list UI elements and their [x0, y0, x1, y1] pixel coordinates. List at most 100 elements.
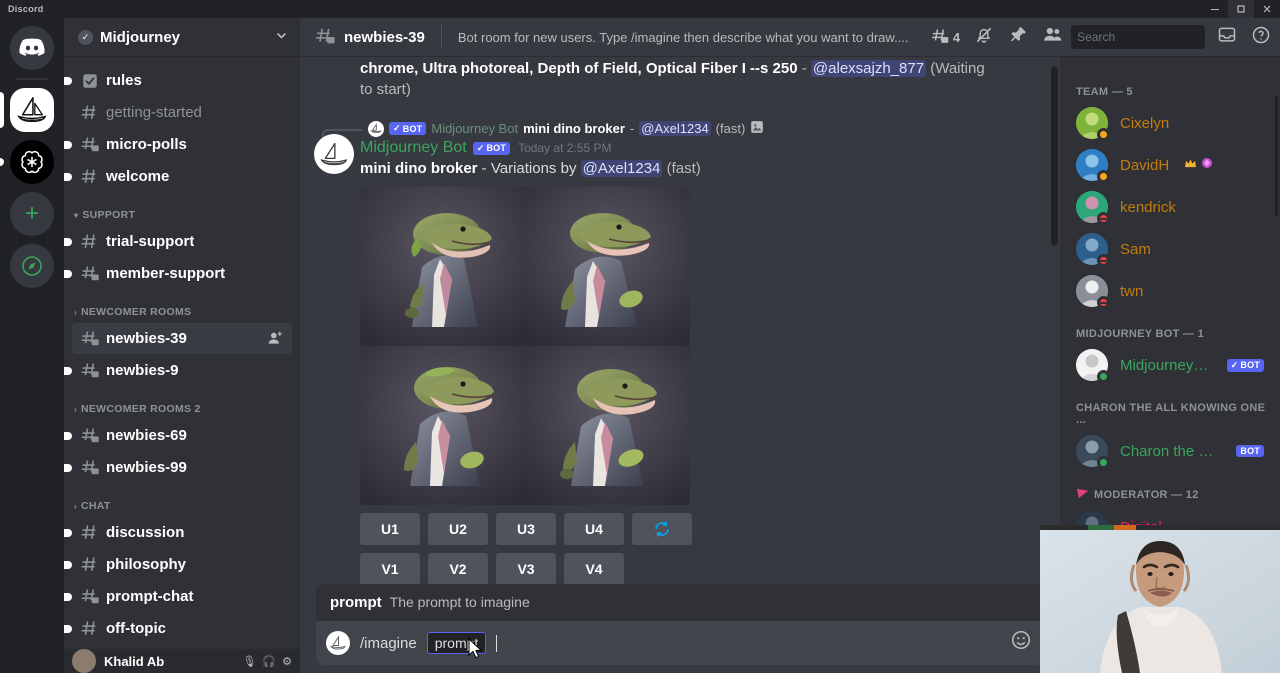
chevron-icon: ▾	[74, 211, 78, 220]
microphone-icon[interactable]: 🎙	[242, 655, 256, 668]
command-param-description: The prompt to imagine	[390, 594, 530, 610]
message-scrollbar[interactable]	[1051, 66, 1058, 246]
hash-thread-icon	[314, 26, 336, 48]
image-quadrant-u2[interactable]	[525, 187, 690, 346]
variation-button-v2[interactable]: V2	[428, 553, 488, 584]
server-item-discord-home[interactable]	[0, 26, 64, 70]
channel-header: newbies-39 Bot room for new users. Type …	[300, 18, 1280, 56]
reply-reference[interactable]: ✓BOT Midjourney Bot mini dino broker - @…	[360, 120, 996, 137]
members-icon[interactable]	[1042, 24, 1063, 50]
sidebar-channel-welcome[interactable]: welcome	[72, 161, 292, 192]
sidebar-channel-newbies-39[interactable]: newbies-39	[72, 323, 292, 354]
rail-divider	[16, 78, 48, 80]
avatar	[1076, 191, 1108, 223]
sidebar-channel-newbies-99[interactable]: newbies-99	[72, 452, 292, 483]
category-label: NEWCOMER ROOMS	[81, 306, 191, 318]
chevron-icon: ›	[74, 308, 77, 317]
message-author[interactable]: Midjourney Bot	[360, 139, 467, 157]
channel-name: member-support	[106, 265, 225, 282]
add-member-icon[interactable]	[267, 330, 284, 347]
generated-image-grid[interactable]	[360, 187, 690, 505]
maximize-button[interactable]	[1228, 0, 1254, 18]
reply-dash: -	[630, 121, 634, 136]
sidebar-channel-newbies-69[interactable]: newbies-69	[72, 420, 292, 451]
help-icon[interactable]	[1251, 25, 1271, 50]
variation-button-v1[interactable]: V1	[360, 553, 420, 584]
message-mention[interactable]: @Axel1234	[581, 160, 663, 177]
gear-icon[interactable]: ⚙	[282, 655, 292, 668]
message-composer[interactable]: /imagine prompt	[316, 621, 1044, 665]
variation-button-v4[interactable]: V4	[564, 553, 624, 584]
channel-topic[interactable]: Bot room for new users. Type /imagine th…	[458, 30, 918, 45]
search-input[interactable]	[1077, 30, 1232, 44]
reroll-refresh-icon-button[interactable]	[632, 513, 692, 545]
member-row[interactable]: kendrick	[1068, 186, 1272, 228]
headset-icon[interactable]: 🎧	[262, 655, 276, 668]
header-right-icons	[1217, 25, 1271, 50]
image-quadrant-u1[interactable]	[360, 187, 525, 346]
sidebar-channel-rules[interactable]: rules	[72, 65, 292, 96]
messages-scroll[interactable]: chrome, Ultra photoreal, Depth of Field,…	[300, 56, 1060, 584]
member-row[interactable]: Sam	[1068, 228, 1272, 270]
prev-mention[interactable]: @alexsajzh_877	[811, 60, 926, 77]
server-item-add-server[interactable]: +	[0, 192, 64, 236]
sidebar-channel-micro-polls[interactable]: micro-polls	[72, 129, 292, 160]
upscale-button-u3[interactable]: U3	[496, 513, 556, 545]
channel-list[interactable]: rulesgetting-startedmicro-pollswelcome▾S…	[64, 56, 300, 673]
upscale-button-u2[interactable]: U2	[428, 513, 488, 545]
upscale-button-u4[interactable]: U4	[564, 513, 624, 545]
sidebar-channel-discussion[interactable]: discussion	[72, 517, 292, 548]
member-row[interactable]: twn	[1068, 270, 1272, 312]
member-category-0: TEAM — 5	[1060, 70, 1280, 102]
hash-icon	[80, 167, 100, 187]
image-quadrant-u4[interactable]	[525, 346, 690, 505]
sidebar-channel-getting-started[interactable]: getting-started	[72, 97, 292, 128]
status-badge-dnd	[1097, 212, 1110, 225]
unread-indicator	[64, 173, 72, 181]
reply-mention[interactable]: @Axel1234	[639, 121, 710, 136]
member-row[interactable]: Midjourney Bot✓BOT	[1068, 344, 1272, 386]
member-list-scrollbar[interactable]	[1275, 96, 1278, 216]
chevron-icon: ›	[74, 405, 77, 414]
threads-icon[interactable]: 4	[930, 27, 960, 47]
sidebar-channel-prompt-chat[interactable]: prompt-chat	[72, 581, 292, 612]
member-row[interactable]: DavidH	[1068, 144, 1272, 186]
upscale-button-u1[interactable]: U1	[360, 513, 420, 545]
channel-category-support[interactable]: ▾SUPPORT	[64, 193, 300, 225]
channel-category-newcomer-rooms[interactable]: › NEWCOMER ROOMS	[64, 290, 300, 322]
message-item: ✓BOT Midjourney Bot mini dino broker - @…	[300, 104, 1044, 584]
member-row[interactable]: Cixelyn	[1068, 102, 1272, 144]
guild-header[interactable]: ✓ Midjourney	[64, 18, 300, 56]
hash-thread-icon	[80, 264, 100, 284]
command-autocomplete-hint: prompt The prompt to imagine	[316, 584, 1044, 621]
user-panel[interactable]: Khalid Ab 🎙 🎧 ⚙	[64, 649, 300, 673]
avatar[interactable]	[314, 134, 354, 174]
inbox-icon[interactable]	[1217, 25, 1237, 50]
avatar[interactable]	[72, 649, 96, 673]
pin-icon[interactable]	[1008, 25, 1028, 50]
image-quadrant-u3[interactable]	[360, 346, 525, 505]
channel-category-newcomer-rooms-2[interactable]: ›NEWCOMER ROOMS 2	[64, 387, 300, 419]
sidebar-channel-trial-support[interactable]: trial-support	[72, 226, 292, 257]
sidebar-channel-member-support[interactable]: member-support	[72, 258, 292, 289]
unread-indicator	[64, 625, 72, 633]
member-name: kendrick	[1120, 199, 1176, 216]
sidebar-channel-philosophy[interactable]: philosophy	[72, 549, 292, 580]
gem-icon	[1201, 156, 1213, 174]
emoji-icon[interactable]	[1010, 629, 1032, 657]
chevron-icon: ›	[74, 502, 77, 511]
avatar	[1076, 233, 1108, 265]
member-row[interactable]: Charon the FAQ ...BOT	[1068, 430, 1272, 472]
sidebar-channel-off-topic[interactable]: off-topic	[72, 613, 292, 644]
sidebar-channel-newbies-9[interactable]: newbies-9	[72, 355, 292, 386]
server-item-openai[interactable]	[0, 140, 64, 184]
bell-muted-icon[interactable]	[974, 25, 994, 50]
channel-category-chat[interactable]: ›CHAT	[64, 484, 300, 516]
search-box[interactable]	[1071, 25, 1205, 49]
variation-button-v3[interactable]: V3	[496, 553, 556, 584]
chevron-down-icon[interactable]	[275, 29, 288, 45]
minimize-button[interactable]	[1202, 0, 1228, 18]
server-item-explore[interactable]	[0, 244, 64, 288]
server-item-midjourney[interactable]	[0, 88, 64, 132]
close-button[interactable]	[1254, 0, 1280, 18]
